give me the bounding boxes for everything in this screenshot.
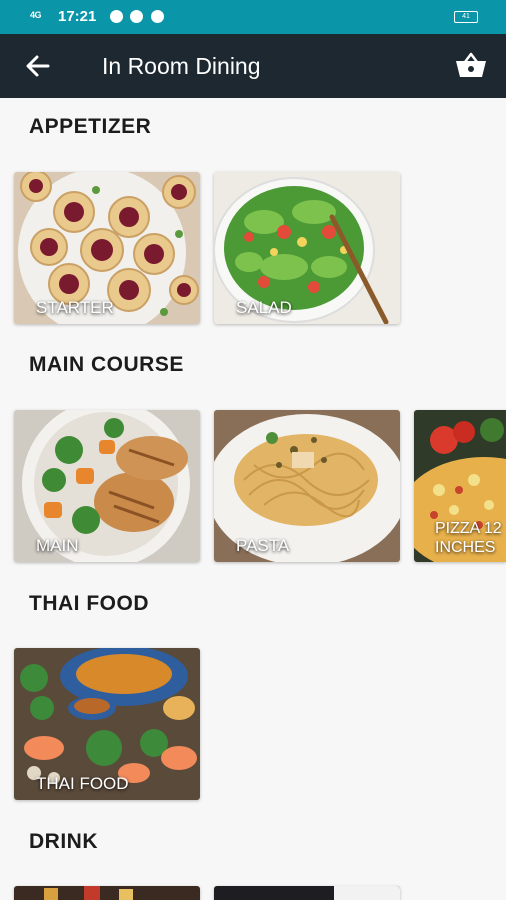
page-title: In Room Dining	[102, 53, 261, 79]
tile-label: STARTER	[36, 298, 114, 317]
section-title-thai-food: THAI FOOD	[29, 592, 149, 615]
arrow-left-icon[interactable]	[22, 52, 54, 80]
category-tile-drink-2[interactable]	[214, 886, 400, 900]
whatsapp-icon	[110, 10, 123, 23]
section-title-drink: DRINK	[29, 830, 98, 853]
category-tile-main[interactable]: MAIN	[14, 410, 200, 562]
tile-label: MAIN	[36, 536, 79, 555]
drink-image	[214, 886, 400, 900]
category-tile-pasta[interactable]: PASTA	[214, 410, 400, 562]
section-title-main-course: MAIN COURSE	[29, 353, 184, 376]
category-tile-thai-food[interactable]: THAI FOOD	[14, 648, 200, 800]
basket-icon[interactable]	[454, 50, 488, 80]
chat-icon	[151, 10, 164, 23]
tile-label: PASTA	[236, 536, 290, 555]
drink-image	[14, 886, 200, 900]
category-tile-starter[interactable]: STARTER	[14, 172, 200, 324]
message-icon	[130, 10, 143, 23]
category-tile-pizza[interactable]: PIZZA 12 INCHES	[414, 410, 506, 562]
status-bar: 4G 17:21 41	[0, 0, 506, 34]
section-title-appetizer: APPETIZER	[29, 115, 152, 138]
battery-icon: 41	[454, 11, 478, 23]
tile-label: SALAD	[236, 298, 292, 317]
app-bar: In Room Dining	[0, 34, 506, 98]
category-tile-salad[interactable]: SALAD	[214, 172, 400, 324]
category-tile-drink-1[interactable]	[14, 886, 200, 900]
status-time: 17:21	[58, 8, 97, 25]
signal-indicator: 4G	[30, 10, 42, 20]
tile-label: THAI FOOD	[36, 774, 129, 793]
tile-label: PIZZA 12 INCHES	[435, 520, 502, 556]
